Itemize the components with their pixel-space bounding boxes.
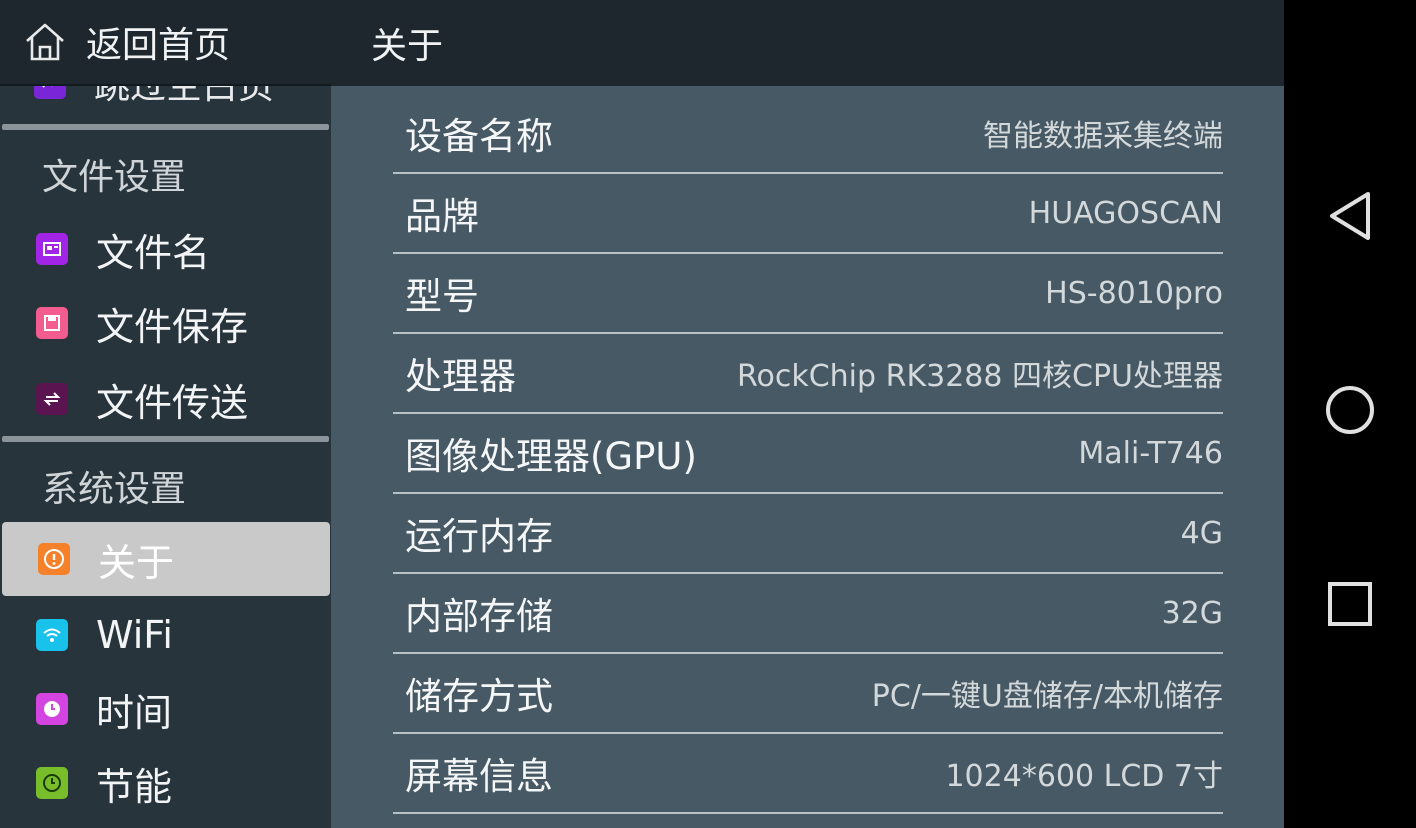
- info-value: PC/一键U盘储存/本机储存: [871, 679, 1223, 714]
- power-save-icon: [36, 767, 68, 799]
- section-divider: [2, 124, 329, 130]
- recents-nav-icon: [1326, 580, 1374, 632]
- info-value: HS-8010pro: [1045, 275, 1223, 311]
- info-row-brand: 品牌 HUAGOSCAN: [393, 174, 1223, 254]
- info-key: 处理器: [405, 355, 516, 398]
- section-title-file-settings: 文件设置: [42, 157, 187, 198]
- info-key: 图像处理器(GPU): [405, 435, 697, 478]
- info-list: 设备名称 智能数据采集终端 品牌 HUAGOSCAN 型号 HS-8010pro…: [393, 94, 1223, 814]
- info-row-storage: 内部存储 32G: [393, 574, 1223, 654]
- sidebar-item-label: 文件保存: [96, 304, 249, 349]
- panel-header: 关于: [331, 0, 1284, 86]
- about-panel: 关于 设备名称 智能数据采集终端 品牌 HUAGOSCAN 型号 HS-8010…: [331, 0, 1284, 828]
- sidebar-item-file-transfer[interactable]: 文件传送: [0, 362, 331, 436]
- page-title: 关于: [371, 26, 444, 67]
- wifi-icon: [36, 619, 68, 651]
- info-row-device-name: 设备名称 智能数据采集终端: [393, 94, 1223, 174]
- sidebar-item-label: 关于: [98, 540, 175, 585]
- info-value: RockChip RK3288 四核CPU处理器: [737, 359, 1223, 394]
- sidebar-item-file-name[interactable]: 文件名: [0, 212, 331, 286]
- screen: 跳过空白页 文件设置 文件名 文件保存 文件传送 系统设置 关于 WiFi 时间…: [0, 0, 1416, 828]
- info-row-processor: 处理器 RockChip RK3288 四核CPU处理器: [393, 334, 1223, 414]
- sidebar-item-power-save[interactable]: 节能: [0, 746, 331, 820]
- back-nav-icon: [1326, 190, 1374, 246]
- info-value: HUAGOSCAN: [1028, 195, 1223, 231]
- navigation-bar: [1284, 0, 1416, 828]
- info-row-ram: 运行内存 4G: [393, 494, 1223, 574]
- sidebar-item-label: 文件名: [96, 230, 211, 275]
- sidebar-item-wifi[interactable]: WiFi: [0, 598, 331, 672]
- sidebar-item-time[interactable]: 时间: [0, 672, 331, 746]
- info-row-storage-mode: 储存方式 PC/一键U盘储存/本机储存: [393, 654, 1223, 734]
- sidebar-list: 跳过空白页 文件设置 文件名 文件保存 文件传送 系统设置 关于 WiFi 时间…: [0, 0, 331, 828]
- info-key: 内部存储: [405, 595, 553, 638]
- info-key: 设备名称: [405, 115, 553, 158]
- info-value: 1024*600 LCD 7寸: [945, 759, 1223, 794]
- clock-icon: [36, 693, 68, 725]
- home-nav-icon: [1324, 384, 1376, 440]
- info-row-model: 型号 HS-8010pro: [393, 254, 1223, 334]
- sidebar-item-label: WiFi: [96, 613, 173, 657]
- sidebar-item-label: 时间: [96, 690, 173, 735]
- settings-sidebar: 跳过空白页 文件设置 文件名 文件保存 文件传送 系统设置 关于 WiFi 时间…: [0, 0, 331, 828]
- sidebar-item-about[interactable]: 关于: [2, 522, 330, 596]
- recents-nav-button[interactable]: [1324, 580, 1376, 632]
- back-nav-button[interactable]: [1324, 192, 1376, 244]
- home-nav-button[interactable]: [1324, 386, 1376, 438]
- info-key: 型号: [405, 275, 479, 318]
- info-key: 屏幕信息: [405, 755, 553, 798]
- section-divider: [2, 436, 329, 442]
- back-home-button[interactable]: 返回首页: [0, 0, 331, 86]
- info-row-screen: 屏幕信息 1024*600 LCD 7寸: [393, 734, 1223, 814]
- info-value: 4G: [1180, 515, 1223, 551]
- home-icon: [22, 19, 68, 65]
- info-key: 储存方式: [405, 675, 553, 718]
- about-icon: [38, 543, 70, 575]
- info-key: 品牌: [405, 195, 479, 238]
- file-transfer-icon: [36, 383, 68, 415]
- section-title-system-settings: 系统设置: [42, 469, 187, 510]
- sidebar-item-file-save[interactable]: 文件保存: [0, 286, 331, 360]
- sidebar-item-label: 文件传送: [96, 380, 249, 425]
- info-value: Mali-T746: [1078, 435, 1223, 471]
- info-value: 32G: [1161, 595, 1223, 631]
- back-home-label: 返回首页: [86, 25, 231, 66]
- file-name-icon: [36, 233, 68, 265]
- info-key: 运行内存: [405, 515, 553, 558]
- info-value: 智能数据采集终端: [983, 119, 1223, 154]
- info-row-gpu: 图像处理器(GPU) Mali-T746: [393, 414, 1223, 494]
- sidebar-item-label: 节能: [96, 764, 173, 809]
- file-save-icon: [36, 307, 68, 339]
